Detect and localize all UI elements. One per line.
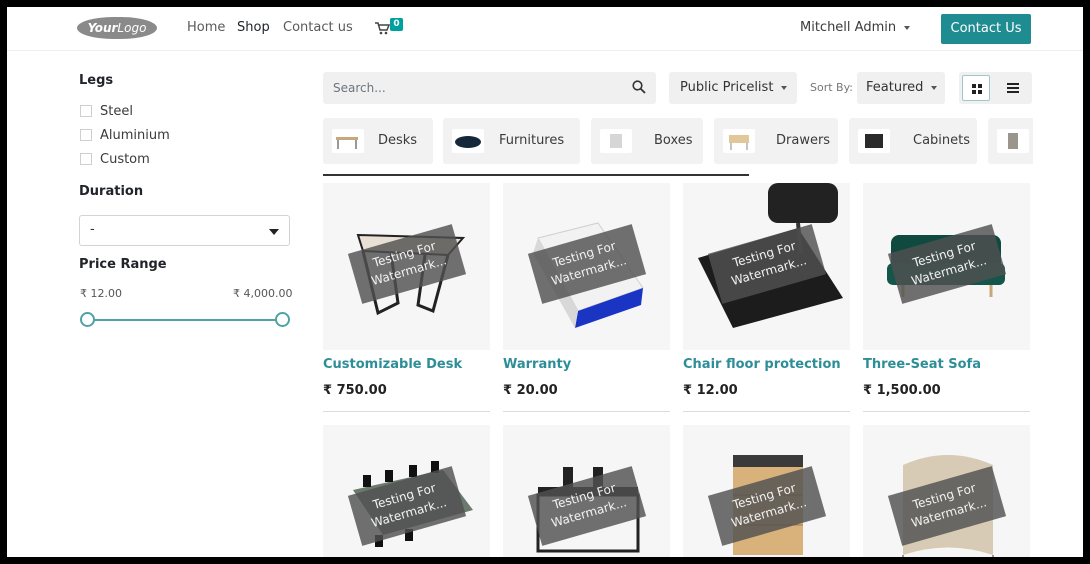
checkbox[interactable]: [80, 152, 92, 165]
product-image[interactable]: Testing For Watermark...: [323, 183, 490, 350]
category-boxes[interactable]: Boxes: [591, 118, 703, 164]
caret-down-icon: [269, 229, 279, 235]
chevron-down-icon: [904, 25, 911, 30]
checkbox[interactable]: [80, 104, 92, 117]
nav-contact-link[interactable]: Contact us: [283, 20, 353, 35]
card-divider: [503, 411, 670, 412]
card-divider: [863, 411, 1030, 412]
product-image[interactable]: Testing For Watermark...: [683, 183, 850, 350]
legs-filter-title: Legs: [79, 73, 114, 88]
card-divider: [323, 411, 490, 412]
product-image[interactable]: Testing For Watermark...: [323, 425, 490, 557]
user-menu-dropdown[interactable]: Mitchell Admin: [800, 20, 911, 35]
duration-filter-title: Duration: [79, 184, 144, 199]
list-view-button[interactable]: [999, 75, 1027, 101]
product-price: ₹ 20.00: [503, 383, 558, 398]
legs-option-steel[interactable]: Steel: [80, 104, 133, 122]
search-input[interactable]: [323, 72, 603, 104]
product-price: ₹ 750.00: [323, 383, 387, 398]
browser-page: YourLogo Home Shop Contact us 0 Mitchell…: [7, 7, 1083, 557]
chevron-down-icon: [931, 85, 938, 90]
category-carousel: Desks Furnitures Boxes Drawers Cabinets: [323, 118, 1033, 180]
cabinet-thumbnail: [858, 129, 890, 153]
price-max-label: ₹ 4,000.00: [233, 287, 293, 300]
product-price: ₹ 1,500.00: [863, 383, 941, 398]
search-bar: [323, 72, 656, 104]
nav-home-link[interactable]: Home: [187, 20, 225, 35]
duration-value: -: [90, 222, 95, 237]
grid-view-button[interactable]: [962, 75, 990, 101]
product-image[interactable]: Testing For Watermark...: [503, 183, 670, 350]
cart-icon: [375, 22, 390, 35]
card-divider: [683, 411, 850, 412]
product-price: ₹ 12.00: [683, 383, 738, 398]
view-toggle-group: [959, 72, 1032, 104]
category-more[interactable]: [988, 118, 1033, 164]
category-scroll-indicator: [323, 174, 749, 176]
category-furnitures[interactable]: Furnitures: [443, 118, 580, 164]
grid-icon: [972, 84, 982, 94]
top-navbar: YourLogo Home Shop Contact us 0 Mitchell…: [7, 7, 1083, 51]
cart-button[interactable]: 0: [375, 17, 409, 39]
list-icon: [1007, 83, 1019, 93]
nav-shop-link[interactable]: Shop: [237, 20, 270, 35]
product-image[interactable]: Testing For Watermark...: [863, 183, 1030, 350]
category-cabinets[interactable]: Cabinets: [849, 118, 977, 164]
price-slider-track[interactable]: [87, 319, 283, 321]
legs-option-aluminium[interactable]: Aluminium: [80, 128, 170, 146]
product-name-link[interactable]: Warranty: [503, 357, 571, 372]
product-name-link[interactable]: Chair floor protection: [683, 357, 841, 372]
product-image[interactable]: Testing For Watermark...: [863, 425, 1030, 557]
bin-thumbnail: [997, 129, 1029, 153]
box-thumbnail: [600, 129, 632, 153]
user-name: Mitchell Admin: [800, 20, 897, 35]
product-image[interactable]: Testing For Watermark...: [683, 425, 850, 557]
legs-option-custom[interactable]: Custom: [80, 152, 150, 170]
duration-select[interactable]: -: [79, 215, 290, 246]
sofa-thumbnail: [452, 129, 484, 153]
checkbox[interactable]: [80, 128, 92, 141]
price-range-title: Price Range: [79, 257, 167, 272]
desk-thumbnail: [332, 129, 364, 153]
sort-by-dropdown[interactable]: Featured: [857, 72, 945, 104]
pricelist-dropdown[interactable]: Public Pricelist: [669, 72, 797, 104]
cart-count-badge: 0: [390, 18, 403, 31]
price-slider-min-handle[interactable]: [80, 312, 95, 327]
site-logo[interactable]: YourLogo: [77, 17, 157, 39]
contact-us-button[interactable]: Contact Us: [941, 14, 1031, 44]
category-desks[interactable]: Desks: [323, 118, 433, 164]
chevron-down-icon: [781, 85, 788, 90]
price-slider-max-handle[interactable]: [275, 312, 290, 327]
price-min-label: ₹ 12.00: [80, 287, 122, 300]
drawer-thumbnail: [723, 129, 755, 153]
product-name-link[interactable]: Three-Seat Sofa: [863, 357, 981, 372]
search-icon[interactable]: [632, 80, 646, 94]
sort-by-label: Sort By:: [810, 81, 854, 94]
product-image[interactable]: Testing For Watermark...: [503, 425, 670, 557]
product-name-link[interactable]: Customizable Desk: [323, 357, 462, 372]
category-drawers[interactable]: Drawers: [714, 118, 838, 164]
